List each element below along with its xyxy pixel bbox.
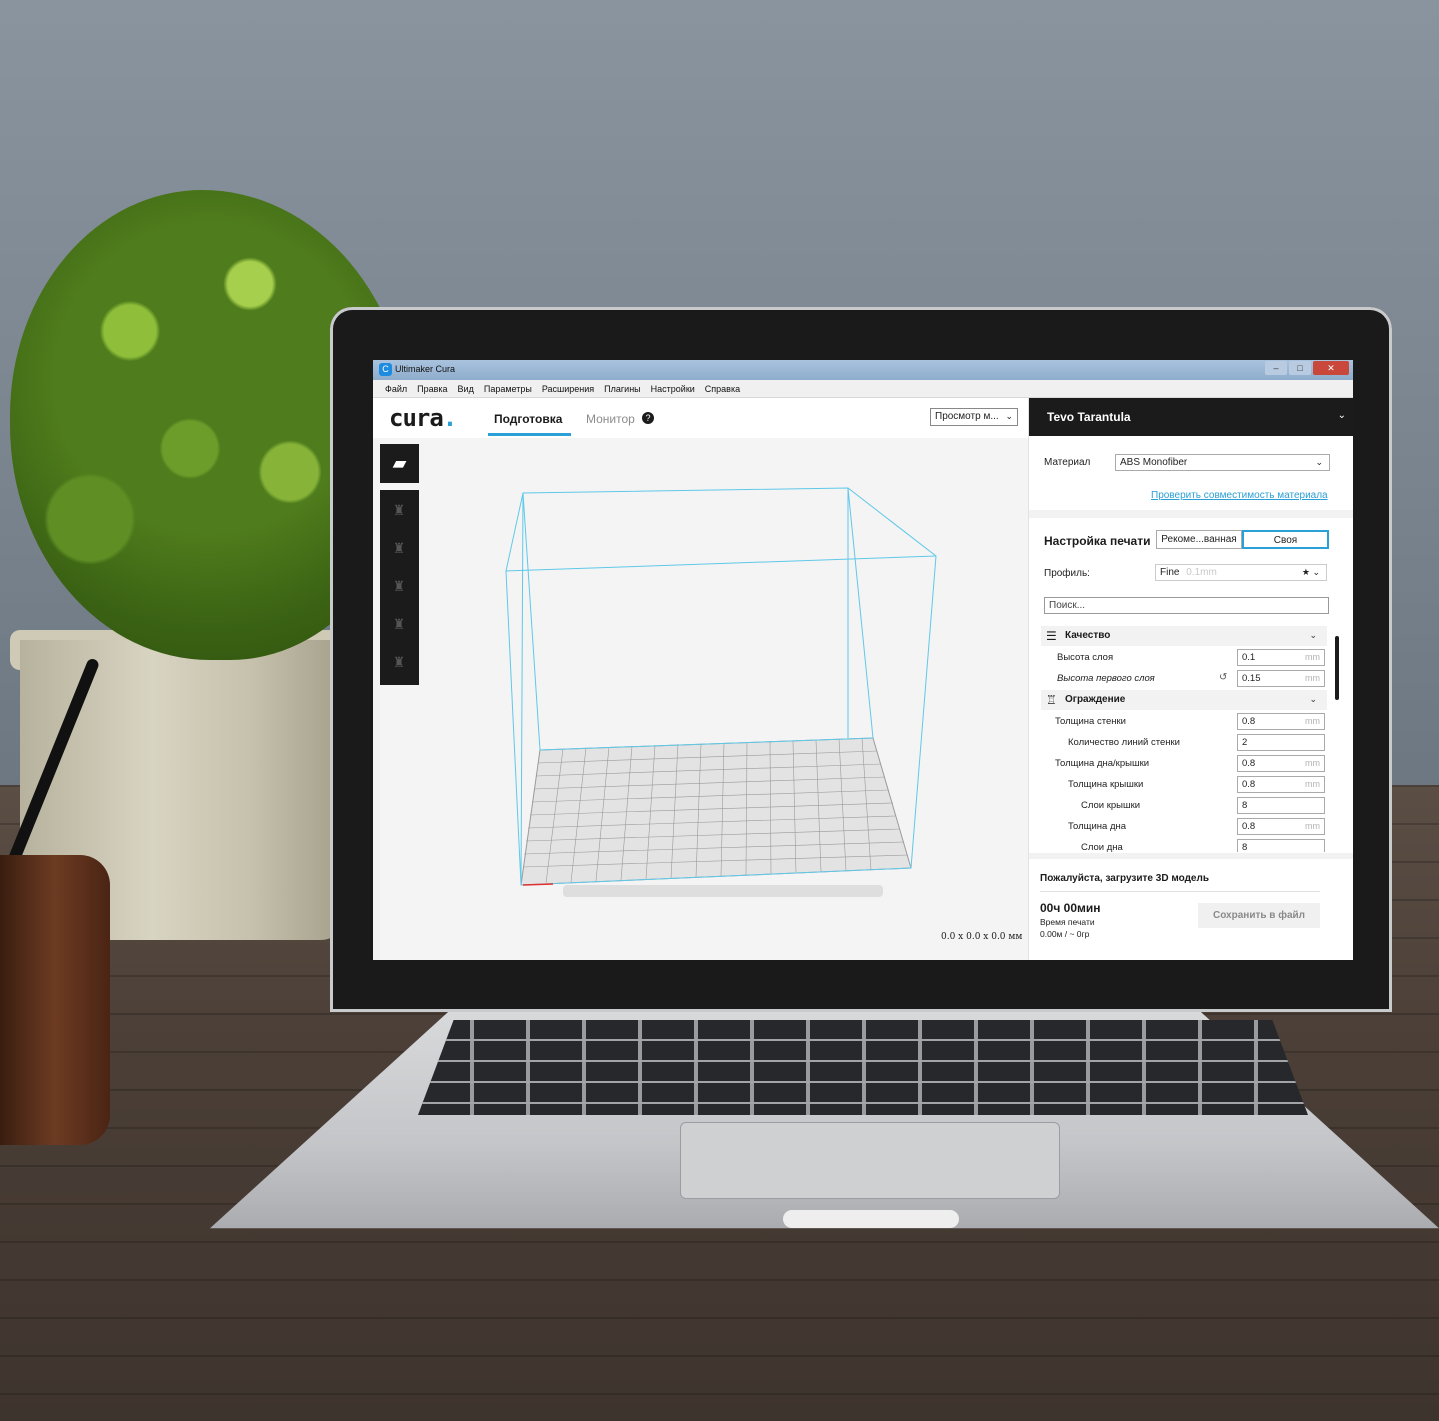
3d-viewport[interactable] bbox=[373, 438, 1028, 960]
chevron-down-icon: ⌄ bbox=[1309, 694, 1317, 704]
rotate-tool-icon[interactable]: ♜ bbox=[390, 578, 408, 600]
scale-tool-icon[interactable]: ♜ bbox=[390, 540, 408, 562]
window-controls: – □ ✕ bbox=[1265, 361, 1349, 375]
setting-input[interactable]: 0.8 mm bbox=[1237, 776, 1325, 793]
top-bar: cura. Подготовка Монитор ? Просмотр м...… bbox=[373, 398, 1028, 438]
setting-row: Толщина стенки 0.8 mm bbox=[1041, 712, 1327, 732]
printer-name: Tevo Tarantula bbox=[1047, 410, 1131, 424]
setting-input[interactable]: 0.8 mm bbox=[1237, 755, 1325, 772]
mirror-tool-icon[interactable]: ♜ bbox=[390, 616, 408, 638]
print-setup-title: Настройка печати bbox=[1044, 534, 1151, 548]
quality-icon: ☰ bbox=[1046, 629, 1057, 643]
setting-row: Высота слоя 0.1 mm bbox=[1041, 648, 1327, 668]
setting-row: Толщина крышки 0.8 mm bbox=[1041, 775, 1327, 795]
minimize-button[interactable]: – bbox=[1265, 361, 1287, 375]
setting-input[interactable]: 0.15 mm bbox=[1237, 670, 1325, 687]
settings-search-input[interactable]: Поиск... bbox=[1044, 597, 1329, 614]
pen-holder bbox=[0, 855, 110, 1145]
material-compat-link[interactable]: Проверить совместимость материала bbox=[1151, 490, 1328, 501]
setting-input[interactable]: 0.8 mm bbox=[1237, 713, 1325, 730]
save-to-file-button[interactable]: Сохранить в файл bbox=[1198, 903, 1320, 928]
settings-sidebar: Tevo Tarantula ⌄ Материал ABS Monofiber … bbox=[1028, 398, 1353, 960]
open-file-button[interactable]: ▰ bbox=[380, 444, 419, 483]
build-plate bbox=[520, 737, 912, 886]
maximize-button[interactable]: □ bbox=[1289, 361, 1311, 375]
chevron-down-icon: ⌄ bbox=[1315, 457, 1323, 467]
menu-file[interactable]: Файл bbox=[385, 384, 407, 394]
tab-monitor[interactable]: Монитор bbox=[586, 412, 635, 426]
menu-edit[interactable]: Правка bbox=[417, 384, 447, 394]
setting-row: Слои крышки 8 bbox=[1041, 796, 1327, 816]
menu-extensions[interactable]: Расширения bbox=[542, 384, 594, 394]
setting-row: Высота первого слоя ↺ 0.15 mm bbox=[1041, 669, 1327, 689]
help-icon[interactable]: ? bbox=[642, 412, 654, 424]
chevron-down-icon: ⌄ bbox=[1005, 411, 1013, 421]
cura-logo: cura. bbox=[389, 404, 457, 432]
x-axis-indicator bbox=[522, 883, 554, 886]
window-title: Ultimaker Cura bbox=[395, 364, 456, 374]
material-select[interactable]: ABS Monofiber ⌄ bbox=[1115, 454, 1330, 471]
mode-custom-button[interactable]: Своя bbox=[1242, 530, 1329, 549]
mode-recommended-button[interactable]: Рекоме...ванная bbox=[1156, 530, 1242, 549]
material-label: Материал bbox=[1044, 457, 1091, 468]
profile-select[interactable]: Fine 0.1mm ★ ⌄ bbox=[1155, 564, 1327, 581]
profile-label: Профиль: bbox=[1044, 568, 1090, 579]
setting-input[interactable]: 0.8 mm bbox=[1237, 818, 1325, 835]
category-quality[interactable]: ☰ Качество ⌄ bbox=[1041, 626, 1327, 646]
tab-prepare[interactable]: Подготовка bbox=[494, 412, 562, 426]
load-model-message: Пожалуйста, загрузите 3D модель bbox=[1040, 873, 1209, 884]
section-divider bbox=[1029, 510, 1353, 518]
setting-row: Толщина дна 0.8 mm bbox=[1041, 817, 1327, 837]
chevron-down-icon: ⌄ bbox=[1309, 630, 1317, 640]
laptop-notch bbox=[783, 1210, 959, 1228]
menu-help[interactable]: Справка bbox=[705, 384, 740, 394]
setting-input[interactable]: 8 bbox=[1237, 797, 1325, 814]
close-button[interactable]: ✕ bbox=[1313, 361, 1349, 375]
reset-icon[interactable]: ↺ bbox=[1219, 672, 1227, 683]
setting-input[interactable]: 8 bbox=[1237, 839, 1325, 852]
menu-preferences[interactable]: Настройки bbox=[651, 384, 695, 394]
settings-scrollbar[interactable] bbox=[1335, 636, 1339, 700]
print-time-label: Время печати bbox=[1040, 917, 1095, 927]
print-time: 00ч 00мин bbox=[1040, 901, 1101, 915]
menu-settings[interactable]: Параметры bbox=[484, 384, 532, 394]
app-window: C Ultimaker Cura – □ ✕ Файл Правка Вид П… bbox=[373, 360, 1353, 960]
setting-row: Количество линий стенки 2 bbox=[1041, 733, 1327, 753]
keyboard-rows bbox=[418, 1020, 1308, 1115]
setting-input[interactable]: 2 bbox=[1237, 734, 1325, 751]
build-volume bbox=[505, 487, 937, 897]
print-footer: Пожалуйста, загрузите 3D модель 00ч 00ми… bbox=[1029, 853, 1353, 960]
star-chevron-icon: ★ ⌄ bbox=[1301, 567, 1320, 577]
active-tab-underline bbox=[488, 433, 571, 436]
category-shell[interactable]: ♖ Ограждение ⌄ bbox=[1041, 690, 1327, 710]
setting-input[interactable]: 0.1 mm bbox=[1237, 649, 1325, 666]
model-dimensions: 0.0 x 0.0 x 0.0 мм bbox=[941, 932, 1023, 942]
menu-view[interactable]: Вид bbox=[458, 384, 474, 394]
setting-row: Слои дна 8 bbox=[1041, 838, 1327, 852]
print-material-amount: 0.00м / ~ 0гр bbox=[1040, 929, 1090, 939]
view-mode-select[interactable]: Просмотр м... ⌄ bbox=[930, 408, 1018, 426]
title-bar: C Ultimaker Cura – □ ✕ bbox=[373, 360, 1353, 380]
shell-icon: ♖ bbox=[1046, 693, 1057, 707]
model-tools: ♜ ♜ ♜ ♜ ♜ bbox=[380, 490, 419, 685]
printer-base-shadow bbox=[563, 885, 883, 897]
move-tool-icon[interactable]: ♜ bbox=[390, 502, 408, 524]
footer-divider bbox=[1040, 891, 1320, 892]
cura-app-icon: C bbox=[379, 363, 392, 376]
printer-selector[interactable]: Tevo Tarantula ⌄ bbox=[1029, 398, 1353, 436]
chevron-down-icon: ⌄ bbox=[1337, 410, 1346, 421]
trackpad bbox=[680, 1122, 1060, 1199]
setting-row: Толщина дна/крышки 0.8 mm bbox=[1041, 754, 1327, 774]
settings-list: ☰ Качество ⌄ Высота слоя 0.1 mm Высота пе… bbox=[1041, 626, 1327, 852]
menu-bar: Файл Правка Вид Параметры Расширения Пла… bbox=[373, 380, 1353, 398]
per-model-settings-icon[interactable]: ♜ bbox=[390, 654, 408, 676]
menu-plugins[interactable]: Плагины bbox=[604, 384, 640, 394]
